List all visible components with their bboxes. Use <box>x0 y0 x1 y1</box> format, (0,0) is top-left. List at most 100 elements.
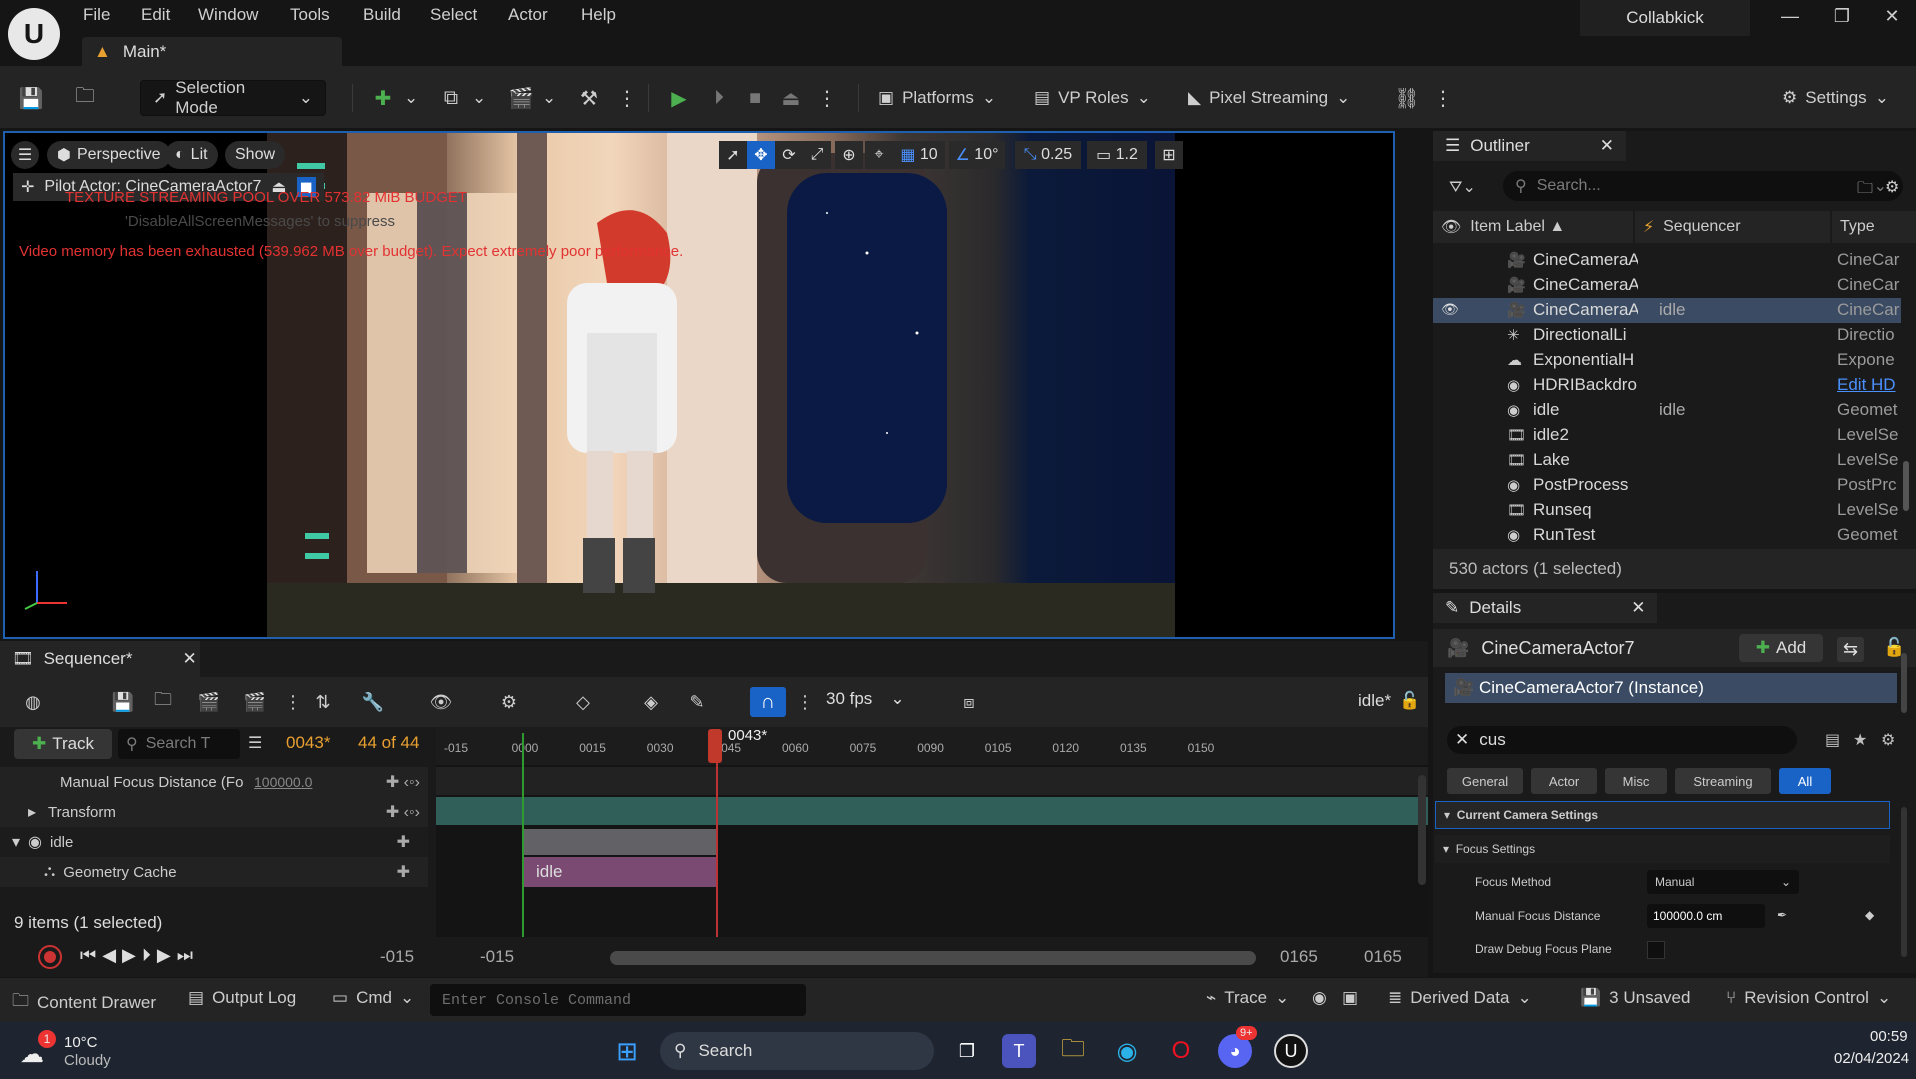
unreal-engine-icon[interactable]: U <box>1274 1034 1308 1068</box>
add-key-icon[interactable]: ✚ ‹◦› <box>386 802 420 822</box>
find-asset-icon[interactable]: 🗀 <box>150 689 176 715</box>
output-log-button[interactable]: ▤ Output Log <box>188 988 296 1008</box>
outliner-row[interactable]: ☁ ExponentialH Expone <box>1433 348 1901 373</box>
viewport-menu-button[interactable]: ☰ <box>11 141 39 169</box>
track-idle[interactable]: ▾ ◉ idle ✚ <box>0 827 428 857</box>
taskbar-search[interactable]: ⚲ Search <box>660 1032 934 1070</box>
task-view-icon[interactable]: ❐ <box>950 1034 984 1068</box>
world-icon[interactable]: ◍ <box>20 689 46 715</box>
track-geometry-cache[interactable]: ⛬ Geometry Cache ✚ <box>0 857 428 887</box>
level-viewport[interactable]: ☰ ⬢ Perspective ◐ Lit Show ➚ ✥ ⟳ ⤢ ⊕ ⌖ ▦ 1… <box>3 131 1395 639</box>
eject-button[interactable]: ⏏ <box>778 80 804 116</box>
outliner-row[interactable]: 🎞 Lake LevelSe <box>1433 448 1901 473</box>
filter-tab-general[interactable]: General <box>1447 768 1523 794</box>
outliner-row[interactable]: 🎞 idle2 LevelSe <box>1433 423 1901 448</box>
tools-icon[interactable]: 🔧 <box>360 689 386 715</box>
range-scrollbar[interactable] <box>610 951 1256 965</box>
focus-method-dropdown[interactable]: Manual ⌄ <box>1647 870 1799 894</box>
eye-icon[interactable]: 👁 <box>1441 301 1459 318</box>
auto-key-icon[interactable]: ◈ <box>638 689 664 715</box>
filter-icon[interactable]: ☰ <box>248 733 262 753</box>
add-actor-button[interactable]: ✚ ⌄ <box>370 80 419 116</box>
play-button[interactable]: ▶ <box>666 80 692 116</box>
outliner-row[interactable]: ◉ idle idle Geomet <box>1433 398 1901 423</box>
lane-idle-section[interactable] <box>522 829 716 855</box>
working-range-end[interactable]: 0165 <box>1280 947 1318 967</box>
save-sequence-icon[interactable]: 💾 <box>110 689 136 715</box>
screenshot-trace-icon[interactable]: ▣ <box>1342 988 1358 1008</box>
grid-snap-button[interactable]: ▦ 10 <box>893 141 945 169</box>
playhead-handle[interactable] <box>708 729 722 763</box>
close-icon[interactable]: ✕ <box>1631 598 1645 618</box>
lock-icon[interactable]: 🔓 <box>1399 691 1420 711</box>
filter-tab-all[interactable]: All <box>1779 768 1831 794</box>
record-button[interactable] <box>38 945 62 969</box>
play-options-button[interactable]: ⋮ <box>814 80 840 116</box>
col-type[interactable]: Type <box>1832 211 1916 243</box>
menu-select[interactable]: Select <box>430 5 477 25</box>
outliner-row[interactable]: ◉ HDRIBackdro Edit HD <box>1433 373 1901 398</box>
filter-tab-misc[interactable]: Misc <box>1605 768 1667 794</box>
clear-search-icon[interactable]: ✕ <box>1455 730 1469 750</box>
trace-dropdown[interactable]: ⌁ Trace ⌄ <box>1206 988 1289 1008</box>
sequencer-timeline[interactable]: -015 0000 0015 0030 0045 0060 0075 0090 0105 0120… <box>436 727 1428 937</box>
select-mode-button[interactable]: ➚ <box>719 141 747 169</box>
frame-rate-dropdown[interactable]: 30 fps ⌄ <box>826 689 905 709</box>
revision-control-dropdown[interactable]: ⑂ Revision Control ⌄ <box>1726 988 1891 1008</box>
unreal-logo-icon[interactable]: U <box>8 8 60 60</box>
current-frame-field[interactable]: 0043* <box>286 733 330 753</box>
menu-build[interactable]: Build <box>363 5 401 25</box>
subcategory-focus-settings[interactable]: ▾ Focus Settings <box>1435 835 1890 863</box>
playback-options-icon[interactable]: ⚙ <box>496 689 522 715</box>
add-component-button[interactable]: ✚ Add <box>1739 634 1823 662</box>
unsaved-button[interactable]: 💾 3 Unsaved <box>1580 988 1690 1008</box>
record-trace-icon[interactable]: ◉ <box>1312 988 1327 1008</box>
world-local-button[interactable]: ⊕ <box>835 141 863 169</box>
stop-button[interactable]: ■ <box>742 80 768 116</box>
component-instance-row[interactable]: 🎥 CineCameraActor7 (Instance) <box>1445 673 1897 703</box>
key-interp-icon[interactable]: ◇ <box>570 689 596 715</box>
plus-icon[interactable]: ✚ <box>397 832 410 852</box>
build-tools-button[interactable]: ⚒ <box>576 80 602 116</box>
menu-tools[interactable]: Tools <box>290 5 330 25</box>
surface-snap-button[interactable]: ⌖ <box>865 141 893 169</box>
col-item-label[interactable]: 👁 Item Label ▲ <box>1433 211 1633 243</box>
outliner-scrollbar[interactable] <box>1903 461 1909 511</box>
rotation-snap-button[interactable]: ∠ 10° <box>949 141 1005 169</box>
table-view-icon[interactable]: ▤ <box>1825 730 1840 750</box>
outliner-row[interactable]: ◉ RunTest Geomet <box>1433 523 1901 548</box>
outliner-row[interactable]: 👁 🎥 CineCameraA idle CineCar <box>1433 298 1901 323</box>
teams-icon[interactable]: T <box>1002 1034 1036 1068</box>
more-options-button[interactable]: ⋮ <box>614 80 640 116</box>
add-key-icon[interactable]: ◆ <box>1865 908 1874 922</box>
camera-speed-button[interactable]: ▭ 1.2 <box>1087 141 1147 169</box>
add-folder-icon[interactable]: 🗀 <box>1857 177 1873 204</box>
cinematics-button[interactable]: 🎬 ⌄ <box>508 80 557 116</box>
close-icon[interactable]: ✕ <box>1600 136 1614 156</box>
filter-icon[interactable]: ⛛⌄ <box>1449 177 1476 197</box>
view-options-icon[interactable]: 👁 <box>428 689 454 715</box>
curve-editor-icon[interactable]: ⇅ <box>310 689 336 715</box>
outliner-row[interactable]: ✳ DirectionalLi Directio <box>1433 323 1901 348</box>
clapper-icon[interactable]: 🎬 <box>242 689 268 715</box>
show-dropdown[interactable]: Show <box>225 141 286 169</box>
content-drawer-button[interactable]: 🗀 Content Drawer <box>12 988 156 1017</box>
translate-mode-button[interactable]: ✥ <box>747 141 775 169</box>
add-track-button[interactable]: ✚ Track <box>14 729 112 759</box>
multiuser-button[interactable]: ⛓ <box>1394 80 1420 116</box>
menu-help[interactable]: Help <box>581 5 616 25</box>
transport-buttons[interactable]: ⏮◀▶⏵▶⏭ <box>80 945 199 966</box>
platforms-dropdown[interactable]: ▣ Platforms ⌄ <box>878 80 996 116</box>
details-tab[interactable]: ✎ Details ✕ <box>1433 593 1658 623</box>
gear-icon[interactable]: ⚙ <box>1881 730 1895 750</box>
close-icon[interactable]: ✕ <box>182 649 196 669</box>
edge-icon[interactable]: ◉ <box>1110 1034 1144 1068</box>
outliner-row[interactable]: 🎞 Runseq LevelSe <box>1433 498 1901 523</box>
transform-key-icon[interactable]: ⧈ <box>956 689 982 715</box>
details-scrollbar[interactable] <box>1901 653 1907 713</box>
view-range-end[interactable]: 0165 <box>1364 947 1402 967</box>
rotate-mode-button[interactable]: ⟳ <box>775 141 803 169</box>
outliner-tab[interactable]: ☰ Outliner ✕ <box>1433 131 1627 161</box>
favorite-star-icon[interactable]: ★ <box>1853 730 1867 750</box>
viewport-layout-button[interactable]: ⊞ <box>1155 141 1183 169</box>
